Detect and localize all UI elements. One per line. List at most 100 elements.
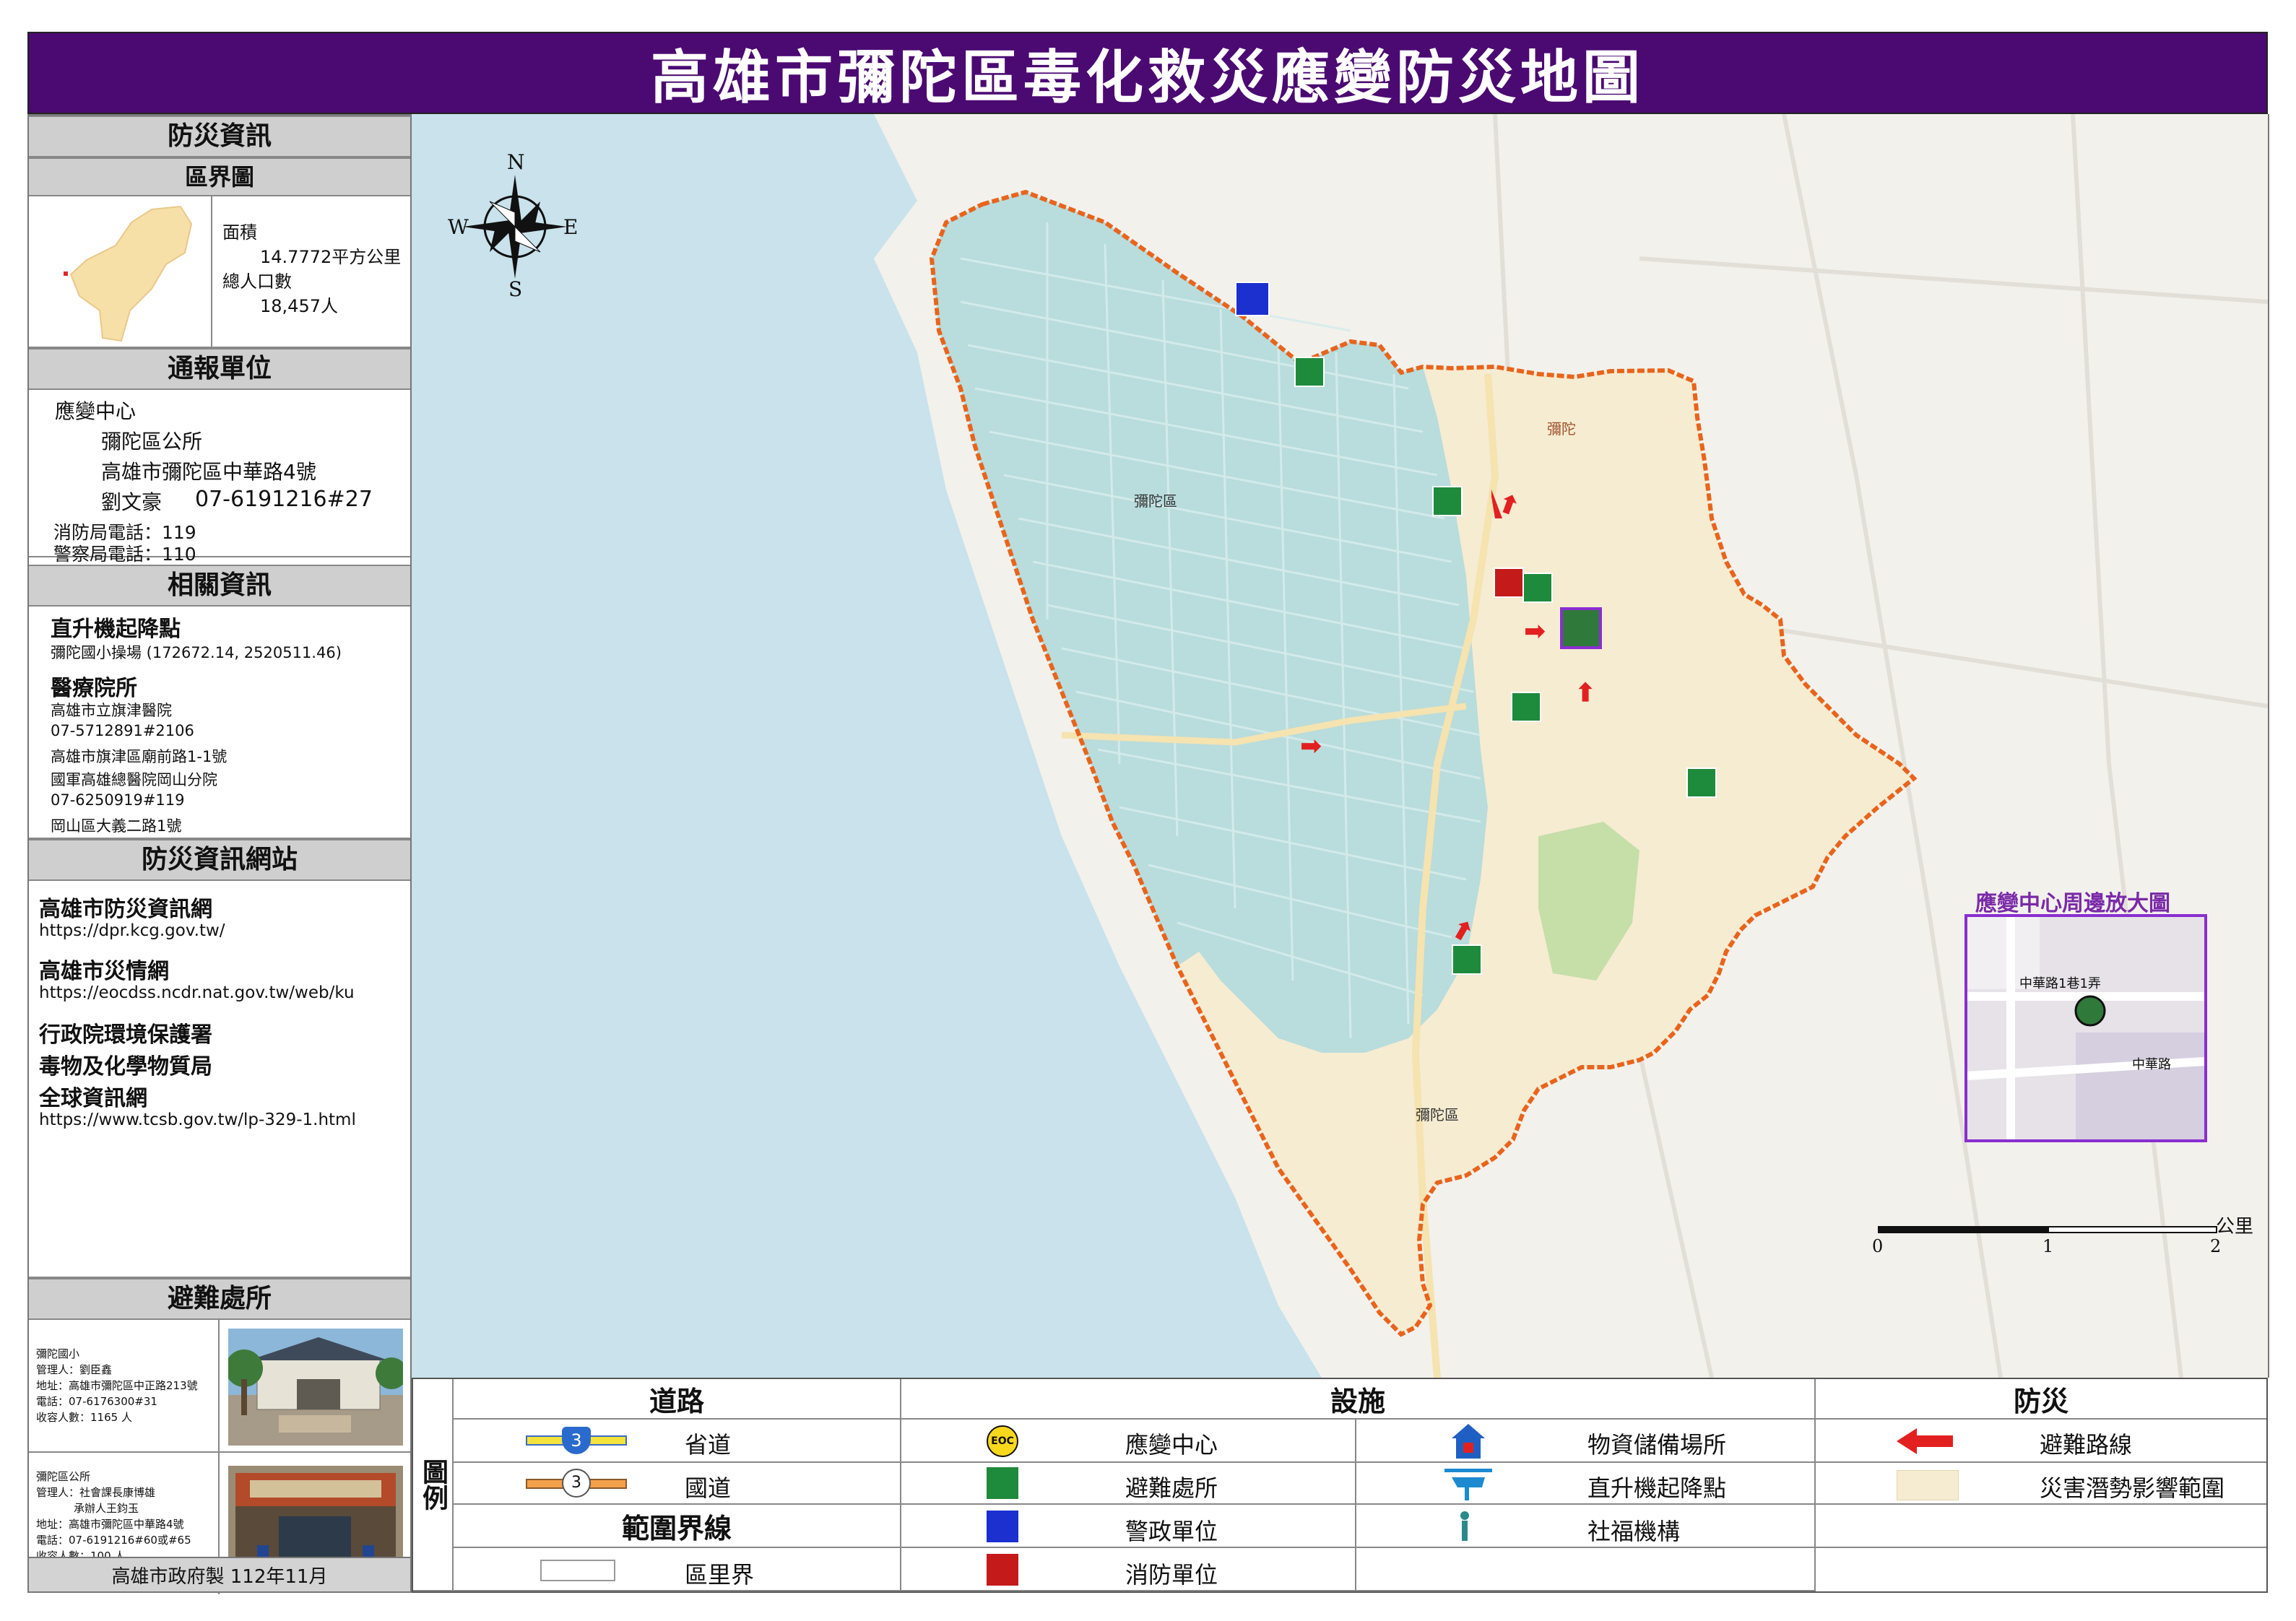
report-person: 劉文豪 bbox=[101, 490, 163, 514]
shelter1-phone: 電話：07-6176300#31 bbox=[36, 1395, 157, 1408]
impact-area-swatch bbox=[1897, 1470, 1959, 1500]
shelter-icon bbox=[987, 1467, 1018, 1499]
fire-station-marker[interactable] bbox=[1494, 568, 1524, 598]
storage-icon bbox=[1450, 1422, 1486, 1460]
med-line: 岡山區大義二路1號 bbox=[51, 817, 182, 835]
shelter-marker[interactable] bbox=[1452, 944, 1482, 975]
web1-link[interactable]: https://dpr.kcg.gov.tw/ bbox=[39, 921, 225, 940]
national-shield-icon: 3 bbox=[562, 1469, 591, 1498]
population-label: 總人口數 bbox=[222, 271, 292, 292]
map-canvas bbox=[412, 114, 2268, 1378]
legend-heliport-row: 直升機起降點 bbox=[1356, 1463, 1816, 1505]
scale-tick-1: 1 bbox=[2042, 1236, 2054, 1256]
shelter-marker[interactable] bbox=[1522, 573, 1553, 603]
legend-side-text: 圖例 bbox=[418, 1459, 448, 1511]
shelter-marker[interactable] bbox=[1294, 357, 1325, 387]
legend-police-label: 警政單位 bbox=[1125, 1518, 1218, 1545]
legend-evac-row: 避難路線 bbox=[1816, 1420, 2266, 1463]
shelter-marker[interactable] bbox=[1686, 768, 1717, 798]
inset-map[interactable]: 中華路1巷1弄 中華路 bbox=[1964, 914, 2207, 1142]
compass-w: W bbox=[448, 215, 469, 239]
scale-bar-segment bbox=[2048, 1226, 2217, 1233]
legend-eoc-label: 應變中心 bbox=[1125, 1431, 1218, 1459]
web3-title-1: 行政院環境保護署 bbox=[39, 1022, 212, 1048]
legend-shelter-row: 避難處所 bbox=[901, 1463, 1356, 1505]
web3-title-3: 全球資訊網 bbox=[39, 1086, 147, 1111]
web3-title-2: 毒物及化學物質局 bbox=[39, 1054, 212, 1079]
page-title: 高雄市彌陀區毒化救災應變防災地圖 bbox=[651, 44, 1645, 111]
shelter2-address: 地址：高雄市彌陀區中華路4號 bbox=[36, 1518, 184, 1531]
legend-provincial-label: 省道 bbox=[685, 1431, 732, 1459]
legend-shelter-label: 避難處所 bbox=[1125, 1474, 1218, 1502]
report-header: 通報單位 bbox=[29, 348, 410, 390]
legend-fire-row: 消防單位 bbox=[901, 1548, 1356, 1591]
med-line: 07-6250919#119 bbox=[51, 791, 185, 809]
evac-arrow: ➡ bbox=[1300, 731, 1322, 761]
inset-street-label: 中華路 bbox=[2132, 1057, 2171, 1072]
med-line: 07-5712891#2106 bbox=[51, 722, 194, 739]
legend-national-label: 國道 bbox=[685, 1474, 732, 1502]
police-phone: 警察局電話：110 bbox=[53, 544, 196, 565]
police-icon bbox=[987, 1511, 1018, 1542]
web2-link[interactable]: https://eocdss.ncdr.nat.gov.tw/web/ku bbox=[39, 983, 355, 1002]
map-view[interactable]: N S E W 彌陀區 彌陀 彌陀區 ➡ ➡ ➡ ➡ ➡ 應變中心周邊放大圖 中… bbox=[412, 114, 2269, 1378]
legend-road-header: 道路 bbox=[454, 1379, 901, 1420]
helicopter-icon bbox=[1443, 1466, 1494, 1502]
shelter1-name: 彌陀國小 bbox=[36, 1347, 80, 1360]
welfare-icon bbox=[1457, 1511, 1472, 1542]
shelter2-contact: 承辦人王鈞玉 bbox=[74, 1502, 139, 1515]
eoc-marker[interactable] bbox=[1560, 607, 1602, 649]
web-header: 防災資訊網站 bbox=[29, 839, 410, 881]
info-sidebar: 防災資訊 區界圖 面積 14.7772平方公里 總人口數 18,457人 通報單… bbox=[27, 114, 412, 1594]
inset-title: 應變中心周邊放大圖 bbox=[1975, 891, 2170, 916]
legend-side-label: 圖例 bbox=[413, 1379, 454, 1591]
evac-arrow: ➡ bbox=[1570, 681, 1600, 703]
district-summary: 面積 14.7772平方公里 總人口數 18,457人 bbox=[29, 196, 410, 348]
scale-tick-0: 0 bbox=[1872, 1236, 1884, 1256]
legend-heliport-label: 直升機起降點 bbox=[1587, 1474, 1727, 1502]
area-label: 面積 bbox=[222, 222, 257, 243]
legend-facility-header: 設施 bbox=[901, 1379, 1816, 1420]
shelter2-name: 彌陀區公所 bbox=[36, 1470, 91, 1483]
legend-national-row: 3 國道 bbox=[454, 1463, 901, 1505]
shelter-marker[interactable] bbox=[1432, 486, 1463, 516]
section-info-header: 防災資訊 bbox=[29, 116, 410, 157]
shelter1-photo bbox=[228, 1329, 403, 1446]
shelter2-phone: 電話：07-6191216#60或#65 bbox=[36, 1534, 191, 1547]
legend-boundary-header: 範圍界線 bbox=[454, 1505, 901, 1548]
web2-title: 高雄市災情網 bbox=[39, 959, 169, 984]
evac-arrow: ➡ bbox=[1524, 617, 1546, 646]
shelter-item-1: 彌陀國小 管理人：劉臣鑫 地址：高雄市彌陀區中正路213號 電話：07-6176… bbox=[29, 1320, 410, 1453]
web3-link[interactable]: https://www.tcsb.gov.tw/lp-329-1.html bbox=[39, 1111, 356, 1129]
heli-value: 彌陀國小操場 (172672.14, 2520511.46) bbox=[51, 644, 342, 661]
legend-storage-row: 物資儲備場所 bbox=[1356, 1420, 1816, 1463]
legend-village-label: 區里界 bbox=[685, 1561, 755, 1589]
legend-empty-cell bbox=[1356, 1548, 1816, 1591]
legend-welfare-row: 社福機構 bbox=[1356, 1505, 1816, 1548]
report-section: 應變中心 彌陀區公所 高雄市彌陀區中華路4號 劉文豪 07-6191216#27… bbox=[29, 390, 410, 565]
scale-unit: 公里 bbox=[2216, 1216, 2254, 1238]
legend-welfare-label: 社福機構 bbox=[1587, 1518, 1681, 1545]
med-line: 高雄市旗津區廟前路1-1號 bbox=[51, 748, 228, 765]
area-value: 14.7772平方公里 bbox=[260, 247, 402, 267]
compass-n: N bbox=[507, 150, 525, 174]
shelter-header: 避難處所 bbox=[29, 1278, 410, 1320]
place-label: 彌陀區 bbox=[1134, 492, 1177, 510]
shelter-marker[interactable] bbox=[1511, 692, 1541, 722]
shelter1-manager: 管理人：劉臣鑫 bbox=[36, 1363, 113, 1376]
evac-route-icon bbox=[1897, 1427, 1954, 1456]
related-header: 相關資訊 bbox=[29, 565, 410, 607]
place-label: 彌陀 bbox=[1547, 420, 1576, 438]
district-map-header: 區界圖 bbox=[29, 157, 410, 196]
legend-police-row: 警政單位 bbox=[901, 1505, 1356, 1548]
police-marker[interactable] bbox=[1235, 282, 1270, 316]
shelter1-address: 地址：高雄市彌陀區中正路213號 bbox=[36, 1379, 198, 1392]
population-value: 18,457人 bbox=[260, 296, 338, 316]
med-line: 高雄市立旗津醫院 bbox=[51, 702, 172, 719]
shelter2-manager: 管理人：社會課長康博雄 bbox=[36, 1486, 156, 1499]
place-label: 彌陀區 bbox=[1416, 1106, 1459, 1124]
report-office: 彌陀區公所 bbox=[101, 430, 203, 453]
report-address: 高雄市彌陀區中華路4號 bbox=[101, 460, 316, 484]
legend-eoc-row: EOC 應變中心 bbox=[901, 1420, 1356, 1463]
title-bar: 高雄市彌陀區毒化救災應變防災地圖 bbox=[27, 32, 2268, 114]
